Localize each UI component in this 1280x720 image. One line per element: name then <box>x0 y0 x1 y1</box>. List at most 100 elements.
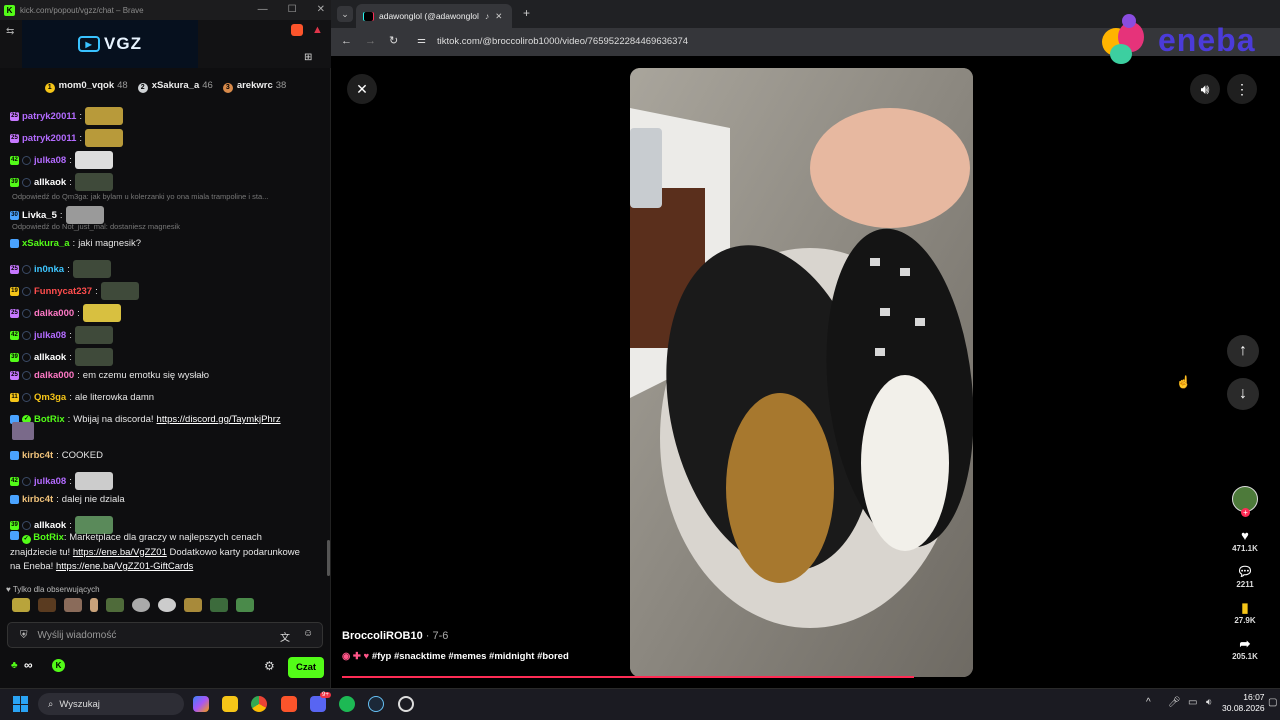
chat-username[interactable]: Qm3ga <box>34 392 66 403</box>
address-field[interactable]: tiktok.com/@broccolirob1000/video/765952… <box>437 36 688 47</box>
tray-overflow-icon[interactable]: ^ <box>1146 697 1151 708</box>
chat-username[interactable]: julka08 <box>34 476 66 487</box>
audio-icon[interactable]: ♪ <box>485 11 489 21</box>
volume-button[interactable]: 🔊︎ <box>1190 74 1220 104</box>
forward-icon[interactable]: → <box>365 35 376 47</box>
reply-context[interactable]: Odpowiedź do Qm3ga: jak bylam u kolerzan… <box>12 192 268 201</box>
previous-video-button[interactable]: ↑ <box>1227 335 1259 367</box>
close-tab-icon[interactable]: ✕ <box>495 11 502 22</box>
chat-username[interactable]: julka08 <box>34 330 66 341</box>
tab-tiktok[interactable]: adawonglol (@adawonglol) ♪ ✕ <box>356 4 512 28</box>
emote[interactable] <box>106 598 124 612</box>
maximize-icon[interactable]: ☐ <box>288 4 297 15</box>
chat-message: 42 julka08: <box>10 472 113 490</box>
reload-icon[interactable]: ↻ <box>389 34 398 47</box>
chat-message: ✓ BotRix: Wbijaj na discorda! https://disco… <box>10 414 281 425</box>
emote[interactable] <box>64 598 82 612</box>
caption-username[interactable]: BroccoliROB10 <box>342 630 423 642</box>
steam-icon[interactable] <box>368 696 384 712</box>
chat-username[interactable]: in0nka <box>34 264 64 275</box>
leader-entry[interactable]: 2 xSakura_a 46 <box>137 80 213 93</box>
chat-username[interactable]: xSakura_a <box>22 238 70 249</box>
file-explorer-icon[interactable] <box>222 696 238 712</box>
next-video-button[interactable]: ↓ <box>1227 378 1259 410</box>
back-icon[interactable]: ← <box>341 35 352 47</box>
windows-start-icon[interactable] <box>13 696 29 712</box>
like-button[interactable]: ♥ 471.1K <box>1228 528 1262 553</box>
save-button[interactable]: ▮ 27.9K <box>1228 600 1262 625</box>
gift-icon[interactable]: ⊞ <box>304 52 312 63</box>
chat-username[interactable]: Funnycat237 <box>34 286 92 297</box>
chat-username[interactable]: allkaok <box>34 352 66 363</box>
chat-username[interactable]: julka08 <box>34 155 66 166</box>
chrome-icon[interactable] <box>251 696 267 712</box>
emote[interactable] <box>184 598 202 612</box>
close-video-button[interactable]: ✕ <box>347 74 377 104</box>
brave-icon[interactable] <box>281 696 297 712</box>
settings-gear-icon[interactable]: ⚙ <box>264 659 275 673</box>
comment-button[interactable]: 💬︎ 2211 <box>1228 564 1262 589</box>
emote[interactable] <box>132 598 150 612</box>
tune-icon[interactable]: ⇆ <box>6 26 14 37</box>
kick-icon[interactable]: K <box>52 659 65 672</box>
follow-plus-icon[interactable]: + <box>1241 508 1250 517</box>
emote[interactable] <box>236 598 254 612</box>
chat-username[interactable]: patryk20011 <box>22 111 76 122</box>
send-chat-button[interactable]: Czat <box>288 657 324 678</box>
chat-link[interactable]: https://discord.gg/TaymkjPhrz <box>157 414 281 425</box>
discord-icon[interactable] <box>310 696 326 712</box>
spotify-icon[interactable] <box>339 696 355 712</box>
chat-emote <box>74 472 113 490</box>
chat-input[interactable]: ⛨ Wyślij wiadomość 文 ☺ <box>7 622 323 648</box>
copilot-icon[interactable] <box>193 696 209 712</box>
caption-author[interactable]: BroccoliROB10 · 7-6 <box>342 630 448 642</box>
ring-badge-icon <box>22 520 31 530</box>
leader-entry[interactable]: 1 mom0_vqok 48 <box>44 80 128 93</box>
chat-username[interactable]: allkaok <box>34 177 66 188</box>
translate-icon[interactable]: 文 <box>280 629 290 644</box>
share-button[interactable]: ➦ 205.1K <box>1228 636 1262 661</box>
tab-list-icon[interactable]: ⌄ <box>337 6 353 22</box>
chat-scrollbar[interactable] <box>327 540 330 576</box>
site-info-icon[interactable]: ⚌ <box>417 35 426 46</box>
volume-icon[interactable]: 🔉︎ <box>1206 697 1212 708</box>
colon: : <box>77 370 80 381</box>
minimize-icon[interactable]: — <box>258 4 268 15</box>
display-icon[interactable]: ▭ <box>1188 697 1197 708</box>
ad-link[interactable]: https://ene.ba/VgZZ01 <box>73 547 167 558</box>
chat-username[interactable]: dalka000 <box>34 308 74 319</box>
close-icon[interactable]: ✕ <box>317 4 325 15</box>
obs-icon[interactable] <box>398 696 414 712</box>
leader-entry[interactable]: 3 arekwrc 38 <box>222 80 286 93</box>
chat-username[interactable]: BotRix <box>33 532 64 543</box>
chat-username[interactable]: BotRix <box>34 414 65 425</box>
emote[interactable] <box>38 598 56 612</box>
notification-icon[interactable]: ▢ <box>1268 697 1277 708</box>
emote[interactable] <box>158 598 176 612</box>
chat-username[interactable]: kirbc4t <box>22 494 53 505</box>
video-progress-bar[interactable] <box>342 676 915 678</box>
more-options-button[interactable]: ⋮ <box>1227 74 1257 104</box>
taskbar-clock[interactable]: 16:07 30.08.2026 <box>1222 692 1265 714</box>
chat-username[interactable]: patryk20011 <box>22 133 76 144</box>
ad-link[interactable]: https://ene.ba/VgZZ01-GiftCards <box>56 561 193 572</box>
chat-username[interactable]: Livka_5 <box>22 210 57 221</box>
like-count: 471.1K <box>1232 544 1258 553</box>
new-tab-icon[interactable]: + <box>523 6 530 20</box>
video-player[interactable] <box>630 68 973 677</box>
microphone-icon[interactable]: 🎤︎ <box>1168 697 1181 708</box>
emote[interactable] <box>90 598 98 612</box>
chat-username[interactable]: dalka000 <box>34 370 74 381</box>
chat-username[interactable]: allkaok <box>34 520 66 531</box>
chat-username[interactable]: kirbc4t <box>22 450 53 461</box>
taskbar-search[interactable]: ⌕ Wyszukaj <box>38 693 184 715</box>
brave-rewards-icon[interactable]: ▲ <box>312 24 323 36</box>
hashtag-list[interactable]: #fyp #snacktime #memes #midnight #bored <box>372 651 569 662</box>
brave-shield-icon[interactable] <box>291 24 303 36</box>
kick-points-icon[interactable]: ♣ <box>11 660 18 671</box>
emote[interactable] <box>12 598 30 612</box>
emote[interactable] <box>210 598 228 612</box>
emoji-icon[interactable]: ☺ <box>303 628 313 639</box>
rank-medal-icon: 3 <box>222 82 233 93</box>
reply-context[interactable]: Odpowiedź do Not_just_mal: dostaniesz ma… <box>12 222 180 231</box>
